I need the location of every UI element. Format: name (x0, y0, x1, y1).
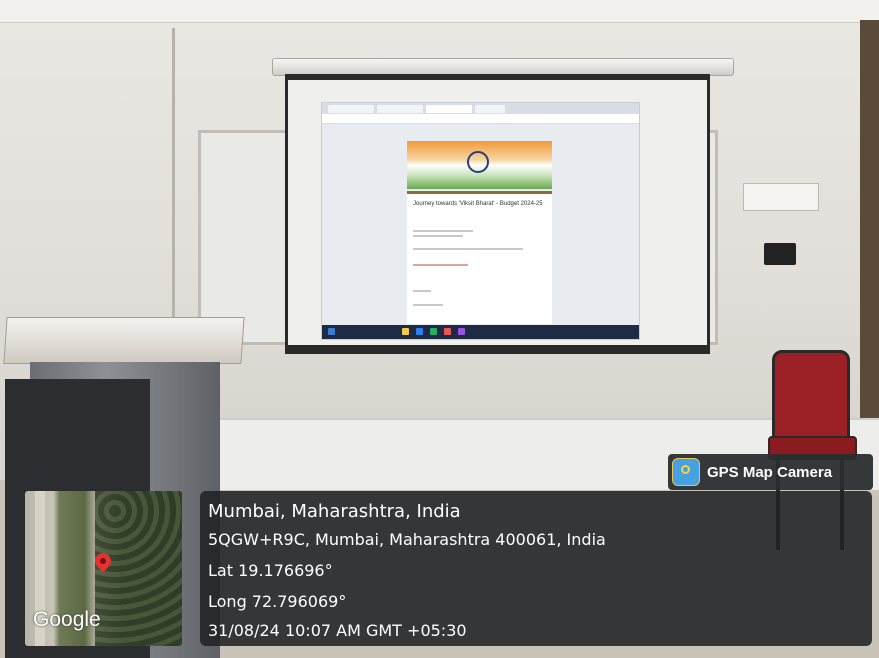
longitude-text: Long 72.796069° (208, 592, 347, 611)
form-text-line (413, 230, 473, 232)
latitude-text: Lat 19.176696° (208, 561, 333, 580)
map-trees (95, 491, 182, 646)
taskbar (322, 325, 639, 339)
taskbar-app-icon (458, 328, 465, 335)
windows-start-icon (328, 328, 335, 335)
door (860, 20, 879, 420)
form-text-line (413, 235, 463, 237)
form-card: Journey towards 'Viksit Bharat' - Budget… (407, 191, 552, 324)
form-required-note (413, 264, 468, 266)
chair-back (772, 350, 850, 446)
ceiling (0, 0, 879, 23)
wall-phone (764, 243, 796, 265)
browser-tab-active (426, 105, 472, 113)
projected-browser: Journey towards 'Viksit Bharat' - Budget… (321, 102, 640, 340)
podium-top (3, 317, 245, 364)
map-brand-label: Google (33, 608, 101, 631)
timestamp-text: 31/08/24 10:07 AM GMT +05:30 (208, 621, 467, 640)
location-info-panel: Mumbai, Maharashtra, India 5QGW+R9C, Mum… (200, 491, 872, 646)
taskbar-app-icon (430, 328, 437, 335)
taskbar-app-icon (444, 328, 451, 335)
wall-cable (172, 28, 175, 328)
browser-address-bar (322, 114, 639, 124)
location-title: Mumbai, Maharashtra, India (208, 501, 461, 522)
form-text-line (413, 290, 431, 292)
browser-tab (475, 105, 505, 113)
brand-label: GPS Map Camera (707, 463, 833, 481)
map-thumbnail: Google (25, 491, 182, 646)
browser-tab (328, 105, 374, 113)
gps-camera-icon (672, 458, 700, 486)
taskbar-app-icon (402, 328, 409, 335)
ashoka-chakra-icon (467, 151, 489, 173)
address-text: 5QGW+R9C, Mumbai, Maharashtra 400061, In… (208, 530, 606, 549)
form-title: Journey towards 'Viksit Bharat' - Budget… (413, 201, 543, 207)
form-text-line (413, 304, 443, 306)
browser-tab-bar (322, 103, 639, 114)
form-text-line (413, 248, 523, 250)
gps-map-camera-badge: GPS Map Camera (668, 454, 873, 490)
projector-screen: Journey towards 'Viksit Bharat' - Budget… (285, 74, 710, 354)
wall-switch-panel (743, 183, 819, 211)
taskbar-app-icon (416, 328, 423, 335)
form-header-banner (407, 141, 552, 189)
browser-tab (377, 105, 423, 113)
